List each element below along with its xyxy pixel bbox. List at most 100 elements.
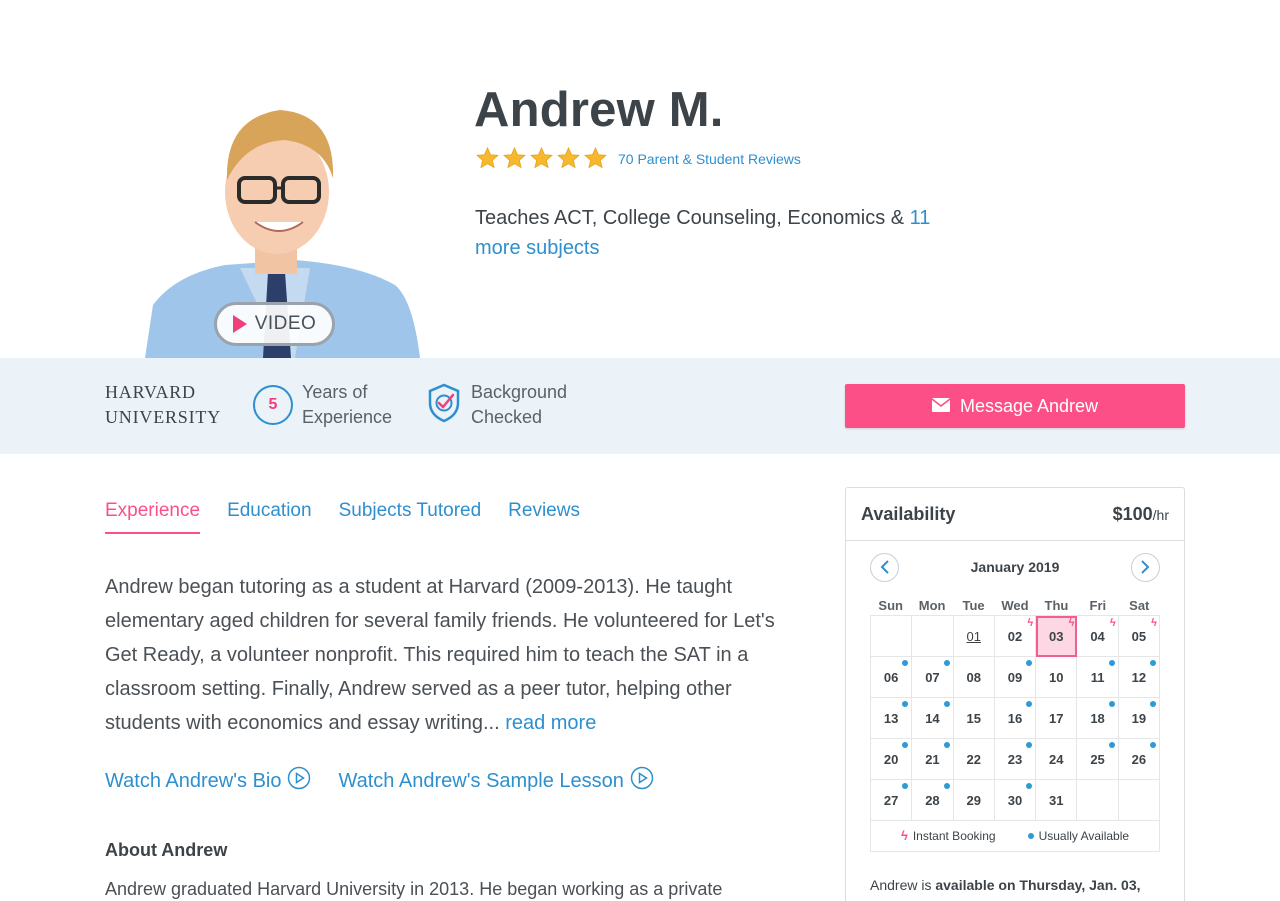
day-number: 18: [1090, 710, 1105, 726]
calendar-day[interactable]: 08: [953, 657, 995, 698]
price-unit: /hr: [1152, 506, 1169, 523]
calendar-empty-cell: [1118, 780, 1160, 821]
day-number: 14: [925, 710, 940, 726]
video-button[interactable]: VIDEO: [214, 302, 335, 346]
calendar-day[interactable]: 31: [1036, 780, 1078, 821]
calendar-empty-cell: [871, 616, 913, 657]
weekday-label: Tue: [962, 598, 985, 613]
weekday-label: Wed: [1001, 598, 1029, 613]
calendar-day[interactable]: 04 ϟ: [1077, 616, 1119, 657]
message-button[interactable]: Message Andrew: [845, 384, 1185, 428]
calendar-day[interactable]: 27: [871, 780, 913, 821]
day-number: 09: [1007, 669, 1023, 685]
calendar-day[interactable]: 17: [1036, 698, 1078, 739]
day-number: 31: [1049, 792, 1064, 808]
day-number: 16: [1007, 710, 1023, 726]
calendar-day[interactable]: 19: [1118, 698, 1160, 739]
day-number: 21: [925, 751, 940, 767]
bg-line-2: Checked: [471, 407, 543, 427]
calendar-day[interactable]: 02 ϟ: [994, 616, 1037, 657]
calendar-day[interactable]: 13: [871, 698, 913, 739]
day-number: 20: [883, 751, 899, 767]
calendar-day[interactable]: 26: [1118, 739, 1160, 780]
watch-lesson-label: Watch Andrew's Sample Lesson: [338, 769, 624, 792]
calendar-day[interactable]: 22: [953, 739, 995, 780]
lightning-icon: ϟ: [900, 828, 908, 843]
experience-body: Andrew began tutoring as a student at Ha…: [105, 576, 775, 734]
calendar-day[interactable]: 16: [994, 698, 1037, 739]
calendar-day[interactable]: 05 ϟ: [1118, 616, 1160, 657]
day-number: 15: [966, 710, 981, 726]
day-number: 04: [1090, 628, 1105, 644]
availability-dot-icon: [1149, 701, 1156, 707]
day-number: 11: [1090, 669, 1105, 685]
day-number: 08: [966, 669, 981, 685]
calendar-day[interactable]: 12: [1118, 657, 1160, 698]
day-number: 02: [1007, 628, 1023, 644]
day-number: 26: [1131, 751, 1147, 767]
watch-lesson-link[interactable]: Watch Andrew's Sample Lesson: [338, 766, 654, 796]
rating-row: 70 Parent & Student Reviews: [475, 146, 801, 171]
availability-dot-icon: [1026, 701, 1033, 707]
tab-subjects-tutored[interactable]: Subjects Tutored: [339, 500, 482, 534]
play-circle-icon: [630, 766, 654, 796]
availability-dot-icon: [1108, 701, 1115, 707]
years-circle: 5: [253, 385, 293, 425]
subjects-text: Teaches ACT, College Counseling, Economi…: [475, 207, 910, 229]
calendar-day[interactable]: 24: [1036, 739, 1078, 780]
weekday-label: Sun: [878, 598, 903, 613]
availability-dot-icon: [1026, 783, 1033, 789]
years-text: Years of Experience: [302, 380, 392, 430]
legend-instant: ϟ Instant Booking: [901, 828, 996, 843]
calendar-day[interactable]: 30: [994, 780, 1037, 821]
calendar-day[interactable]: 18: [1077, 698, 1119, 739]
message-label: Message Andrew: [959, 395, 1099, 416]
calendar-day[interactable]: 29: [953, 780, 995, 821]
day-number: 19: [1131, 710, 1147, 726]
calendar-day[interactable]: 15: [953, 698, 995, 739]
calendar-day[interactable]: 28: [912, 780, 954, 821]
about-heading: About Andrew: [105, 840, 228, 860]
calendar-day[interactable]: 20: [871, 739, 913, 780]
calendar-day[interactable]: 09: [994, 657, 1037, 698]
calendar-day[interactable]: 03 ϟ: [1036, 616, 1078, 657]
next-month-button[interactable]: [1130, 552, 1160, 582]
availability-dot-icon: [902, 660, 909, 666]
day-number: 03: [1049, 628, 1064, 644]
calendar-day[interactable]: 25: [1077, 739, 1119, 780]
legend-usual: Usually Available: [1027, 829, 1129, 843]
tab-experience[interactable]: Experience: [105, 500, 201, 534]
calendar-day[interactable]: 21: [912, 739, 954, 780]
reviews-link[interactable]: 70 Parent & Student Reviews: [618, 151, 801, 167]
school-line-2: UNIVERSITY: [105, 407, 221, 427]
weekday-header: Sun Mon Tue Wed Thu Fri Sat: [870, 598, 1160, 613]
prev-month-button[interactable]: [870, 552, 899, 582]
star-rating: [475, 146, 608, 171]
day-number: 12: [1131, 669, 1147, 685]
calendar-day[interactable]: 01: [953, 616, 995, 657]
about-text: Andrew graduated Harvard University in 2…: [105, 879, 723, 899]
day-number: 01: [966, 628, 981, 644]
tab-reviews[interactable]: Reviews: [508, 500, 580, 534]
calendar-day[interactable]: 07: [912, 657, 954, 698]
watch-bio-link[interactable]: Watch Andrew's Bio: [105, 766, 311, 796]
calendar-day[interactable]: 10: [1036, 657, 1078, 698]
envelope-icon: [931, 396, 951, 417]
video-links: Watch Andrew's Bio Watch Andrew's Sample…: [105, 766, 654, 796]
read-more-link[interactable]: read more: [505, 712, 596, 734]
price-value: $100: [1112, 503, 1153, 524]
calendar-nav: January 2019: [870, 552, 1160, 582]
school-name: HARVARD UNIVERSITY: [105, 380, 221, 430]
tab-education[interactable]: Education: [227, 500, 312, 534]
calendar-day[interactable]: 23: [994, 739, 1037, 780]
profile-tabs: Experience Education Subjects Tutored Re…: [105, 500, 580, 534]
play-circle-icon: [287, 766, 311, 796]
star-icon: [530, 146, 553, 169]
day-number: 27: [883, 792, 899, 808]
bg-text: Background Checked: [471, 380, 567, 430]
calendar-day[interactable]: 06: [871, 657, 913, 698]
calendar-day[interactable]: 11: [1077, 657, 1119, 698]
availability-dot-icon: [943, 783, 950, 789]
calendar-day[interactable]: 14: [912, 698, 954, 739]
shield-check-icon: [427, 383, 461, 428]
